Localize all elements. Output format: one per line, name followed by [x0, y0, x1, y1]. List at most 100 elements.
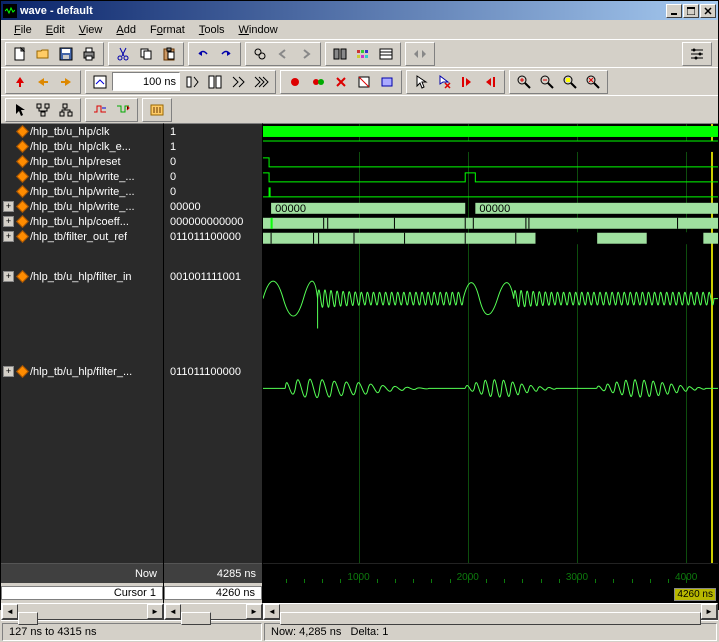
signal-value: 011011100000: [166, 366, 241, 378]
right-arrow-icon[interactable]: [55, 72, 77, 92]
next-edge-icon[interactable]: [479, 72, 501, 92]
tool-a-icon[interactable]: [329, 44, 351, 64]
tool-d-icon[interactable]: [409, 44, 431, 64]
tree-b-icon[interactable]: [55, 100, 77, 120]
expand-button[interactable]: +: [3, 366, 14, 377]
menu-edit[interactable]: Edit: [39, 23, 72, 37]
signal-value-row[interactable]: 0: [164, 154, 262, 169]
find-icon[interactable]: [249, 44, 271, 64]
save-icon[interactable]: [55, 44, 77, 64]
cut-icon[interactable]: [112, 44, 134, 64]
signal-row[interactable]: /hlp_tb/u_hlp/clk_e...: [1, 139, 163, 154]
expand-button[interactable]: +: [3, 231, 14, 242]
redo-icon[interactable]: [215, 44, 237, 64]
copy-icon[interactable]: [135, 44, 157, 64]
wave-scrollbar[interactable]: ◄ ►: [263, 603, 718, 620]
open-icon[interactable]: [32, 44, 54, 64]
scroll-right-icon[interactable]: ►: [701, 604, 717, 619]
zoom-full-icon[interactable]: [559, 72, 581, 92]
expand-button[interactable]: +: [3, 201, 14, 212]
menu-view[interactable]: View: [72, 23, 110, 37]
signal-row[interactable]: +/hlp_tb/u_hlp/filter_...: [1, 364, 163, 379]
run-c-icon[interactable]: [227, 72, 249, 92]
menu-tools[interactable]: Tools: [192, 23, 232, 37]
break-c-icon[interactable]: [330, 72, 352, 92]
minimize-button[interactable]: [666, 4, 682, 18]
signal-row[interactable]: +/hlp_tb/u_hlp/coeff...: [1, 214, 163, 229]
time-ruler[interactable]: 1000 2000 3000 4000: [263, 563, 718, 583]
signal-row[interactable]: /hlp_tb/u_hlp/reset: [1, 154, 163, 169]
signal-row[interactable]: /hlp_tb/u_hlp/write_...: [1, 184, 163, 199]
scroll-left-icon[interactable]: ◄: [165, 604, 181, 619]
scroll-left-icon[interactable]: ◄: [264, 604, 280, 619]
app-icon: [3, 4, 17, 18]
new-icon[interactable]: [9, 44, 31, 64]
step-icon[interactable]: [89, 72, 111, 92]
tool-c-icon[interactable]: [375, 44, 397, 64]
scroll-right-icon[interactable]: ►: [147, 604, 163, 619]
cursor-label-row: Cursor 1: [1, 583, 163, 603]
expand-button[interactable]: +: [3, 216, 14, 227]
waveform-column[interactable]: 00000 00000: [263, 123, 718, 603]
signal-row[interactable]: +/hlp_tb/u_hlp/write_...: [1, 199, 163, 214]
signal-row[interactable]: /hlp_tb/u_hlp/write_...: [1, 169, 163, 184]
left-arrow-icon[interactable]: [32, 72, 54, 92]
names-scrollbar[interactable]: ◄ ►: [1, 603, 164, 620]
signal-value-row[interactable]: 1: [164, 139, 262, 154]
close-button[interactable]: [700, 4, 716, 18]
config-icon[interactable]: [146, 100, 168, 120]
run-a-icon[interactable]: [181, 72, 203, 92]
signal-row[interactable]: /hlp_tb/u_hlp/clk: [1, 124, 163, 139]
signal-value-row[interactable]: 011011100000: [164, 229, 262, 244]
undo-icon[interactable]: [192, 44, 214, 64]
find-prev-icon[interactable]: [272, 44, 294, 64]
zoom-in-icon[interactable]: [513, 72, 535, 92]
scroll-left-icon[interactable]: ◄: [2, 604, 18, 619]
delete-cursor-icon[interactable]: [433, 72, 455, 92]
break-d-icon[interactable]: [353, 72, 375, 92]
zoom-out-icon[interactable]: [536, 72, 558, 92]
up-arrow-icon[interactable]: [9, 72, 31, 92]
zoom-cursor-icon[interactable]: [582, 72, 604, 92]
expand-button[interactable]: +: [3, 271, 14, 282]
prev-edge-icon[interactable]: [456, 72, 478, 92]
run-all-icon[interactable]: [250, 72, 272, 92]
tree-a-icon[interactable]: [32, 100, 54, 120]
signal-b-icon[interactable]: [112, 100, 134, 120]
signal-value-row[interactable]: 00000: [164, 199, 262, 214]
cursor-ruler[interactable]: 4260 ns: [263, 583, 718, 603]
signal-value-row[interactable]: 0: [164, 169, 262, 184]
menu-format[interactable]: Format: [143, 23, 192, 37]
menu-window[interactable]: Window: [232, 23, 285, 37]
signal-row[interactable]: +/hlp_tb/filter_out_ref: [1, 229, 163, 244]
signal-diamond-icon: [17, 187, 27, 197]
signal-value-row[interactable]: 000000000000: [164, 214, 262, 229]
maximize-button[interactable]: [683, 4, 699, 18]
signal-value: 1: [166, 141, 176, 153]
paste-icon[interactable]: [158, 44, 180, 64]
settings-icon[interactable]: [686, 44, 708, 64]
signal-row[interactable]: +/hlp_tb/u_hlp/filter_in: [1, 269, 163, 284]
values-scrollbar[interactable]: ◄ ►: [164, 603, 263, 620]
scroll-right-icon[interactable]: ►: [246, 604, 262, 619]
signal-value: 0: [166, 156, 176, 168]
time-input[interactable]: [112, 72, 180, 91]
signal-value-row[interactable]: 001001111001: [164, 269, 262, 284]
waveform-canvas[interactable]: 00000 00000: [263, 124, 718, 563]
menu-add[interactable]: Add: [109, 23, 143, 37]
signal-a-icon[interactable]: [89, 100, 111, 120]
signal-value-row[interactable]: 0: [164, 184, 262, 199]
find-next-icon[interactable]: [295, 44, 317, 64]
print-icon[interactable]: [78, 44, 100, 64]
tool-b-icon[interactable]: [352, 44, 374, 64]
toolbar-1: [1, 39, 718, 67]
break-a-icon[interactable]: [284, 72, 306, 92]
signal-value-row[interactable]: 011011100000: [164, 364, 262, 379]
menu-file[interactable]: File: [7, 23, 39, 37]
break-e-icon[interactable]: [376, 72, 398, 92]
pointer-icon[interactable]: [9, 100, 31, 120]
break-b-icon[interactable]: [307, 72, 329, 92]
cursor-icon[interactable]: [410, 72, 432, 92]
run-b-icon[interactable]: [204, 72, 226, 92]
signal-value-row[interactable]: 1: [164, 124, 262, 139]
